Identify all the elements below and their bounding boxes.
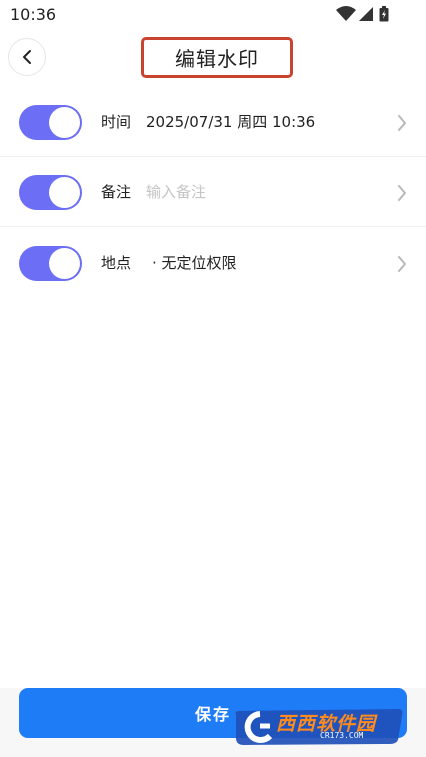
- location-value: · 无定位权限: [152, 254, 237, 272]
- time-label: 时间: [101, 113, 132, 131]
- setting-row-location[interactable]: 地点 · 无定位权限: [0, 228, 426, 298]
- site-watermark: 西西软件园 CR173.COM: [230, 706, 405, 746]
- back-button[interactable]: [8, 38, 46, 76]
- status-icons: [336, 6, 396, 22]
- time-toggle[interactable]: [19, 105, 82, 140]
- chevron-right-icon: [398, 185, 406, 201]
- battery-icon: [379, 6, 389, 22]
- location-label: 地点: [101, 254, 132, 272]
- setting-row-note[interactable]: 备注 输入备注: [0, 157, 426, 227]
- note-label: 备注: [101, 183, 132, 201]
- setting-row-time[interactable]: 时间 2025/07/31 周四 10:36: [0, 87, 426, 157]
- chevron-left-icon: [23, 50, 31, 64]
- toggle-knob: [49, 248, 80, 279]
- status-bar: 10:36: [0, 0, 426, 28]
- location-toggle[interactable]: [19, 246, 82, 281]
- status-time: 10:36: [10, 5, 57, 24]
- wifi-icon: [336, 6, 356, 21]
- note-toggle[interactable]: [19, 175, 82, 210]
- chevron-right-icon: [398, 256, 406, 272]
- time-value: 2025/07/31 周四 10:36: [146, 113, 316, 131]
- note-input[interactable]: 输入备注: [146, 181, 206, 202]
- title-highlight-box: 编辑水印: [141, 37, 293, 78]
- page-title: 编辑水印: [175, 47, 259, 71]
- chevron-right-icon: [398, 115, 406, 131]
- signal-icon: [359, 7, 373, 21]
- save-label: 保存: [194, 705, 231, 724]
- watermark-subtext: CR173.COM: [320, 731, 364, 740]
- toggle-knob: [49, 177, 80, 208]
- toggle-knob: [49, 107, 80, 138]
